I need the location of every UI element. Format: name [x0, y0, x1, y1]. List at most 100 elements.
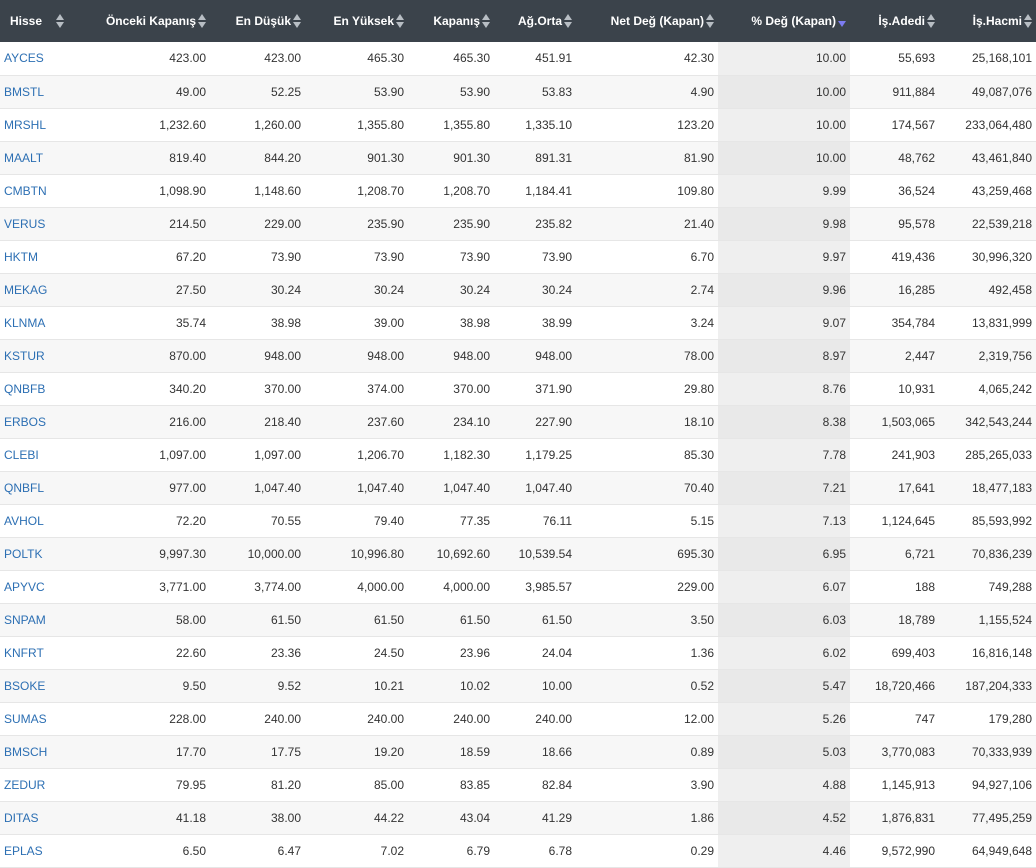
- column-header-hisse[interactable]: Hisse: [0, 0, 74, 42]
- cell-is-adedi: 1,503,065: [881, 414, 935, 429]
- cell-hisse: KSTUR: [0, 339, 74, 372]
- sort-icon[interactable]: [1024, 14, 1032, 29]
- cell-en-dusuk: 3,774.00: [254, 579, 301, 594]
- stock-link[interactable]: BMSTL: [4, 85, 44, 99]
- cell-hisse: ZEDUR: [0, 768, 74, 801]
- cell-hisse: BSOKE: [0, 669, 74, 702]
- stock-link[interactable]: APYVC: [4, 580, 45, 594]
- cell-kapanis: 30.24: [459, 282, 490, 297]
- cell-net-deg: 4.90: [690, 84, 714, 99]
- table-row: ERBOS 216.00 218.40 237.60 234.10 227.90 18.10…: [0, 405, 1036, 438]
- stock-link[interactable]: MRSHL: [4, 118, 46, 132]
- cell-en-dusuk: 1,097.00: [254, 447, 301, 462]
- stock-link[interactable]: CMBTN: [4, 184, 47, 198]
- stock-link[interactable]: MEKAG: [4, 283, 47, 297]
- cell-kapanis: 61.50: [459, 612, 490, 627]
- cell-onceki-kapanis: 870.00: [169, 348, 206, 363]
- cell-is-hacmi: 1,155,524: [978, 612, 1032, 627]
- cell-ag-orta: 82.84: [541, 777, 572, 792]
- cell-onceki-kapanis: 49.00: [175, 84, 206, 99]
- column-header-en-dusuk[interactable]: En Düşük: [210, 0, 305, 42]
- sort-icon[interactable]: [706, 14, 714, 29]
- cell-ag-orta: 41.29: [541, 810, 572, 825]
- sort-icon[interactable]: [482, 14, 490, 29]
- column-header-is-hacmi[interactable]: İş.Hacmi: [939, 0, 1036, 42]
- stock-link[interactable]: BSOKE: [4, 679, 45, 693]
- stock-link[interactable]: KSTUR: [4, 349, 45, 363]
- stock-link[interactable]: KLNMA: [4, 316, 45, 330]
- cell-en-dusuk: 423.00: [264, 51, 301, 66]
- stock-link[interactable]: BMSCH: [4, 745, 47, 759]
- sort-icon[interactable]: [564, 14, 572, 29]
- cell-kapanis: 6.79: [466, 843, 490, 858]
- stock-link[interactable]: MAALT: [4, 151, 43, 165]
- cell-is-adedi: 10,931: [898, 381, 935, 396]
- column-header-kapanis[interactable]: Kapanış: [408, 0, 494, 42]
- cell-ag-orta: 30.24: [541, 282, 572, 297]
- column-header-is-adedi[interactable]: İş.Adedi: [850, 0, 939, 42]
- cell-is-adedi: 48,762: [898, 150, 935, 165]
- column-header-label: Önceki Kapanış: [105, 13, 196, 28]
- cell-en-yuksek: 1,208.70: [357, 183, 404, 198]
- cell-hisse: SNPAM: [0, 603, 74, 636]
- cell-kapanis: 370.00: [453, 381, 490, 396]
- stock-link[interactable]: CLEBI: [4, 448, 39, 462]
- table-row: BSOKE 9.50 9.52 10.21 10.02 10.00 0.52 5.47 18,7…: [0, 669, 1036, 702]
- cell-is-adedi: 1,124,645: [881, 513, 935, 528]
- cell-yuzde-deg: 10.00: [718, 42, 850, 75]
- stock-link[interactable]: AVHOL: [4, 514, 44, 528]
- sort-icon[interactable]: [198, 14, 206, 29]
- cell-hisse: AYCES: [0, 42, 74, 75]
- cell-en-dusuk: 38.98: [270, 315, 301, 330]
- cell-onceki-kapanis: 27.50: [175, 282, 206, 297]
- stock-link[interactable]: HKTM: [4, 250, 38, 264]
- cell-net-deg: 109.80: [677, 183, 714, 198]
- column-header-label: İş.Hacmi: [972, 13, 1022, 28]
- sort-icon[interactable]: [927, 14, 935, 29]
- column-header-en-yuksek[interactable]: En Yüksek: [305, 0, 408, 42]
- sort-icon[interactable]: [396, 14, 404, 29]
- cell-en-yuksek: 19.20: [373, 744, 404, 759]
- column-header-yuzde-deg[interactable]: % Değ (Kapan): [718, 0, 850, 42]
- stock-link[interactable]: ZEDUR: [4, 778, 45, 792]
- cell-hisse: VERUS: [0, 207, 74, 240]
- cell-is-hacmi: 70,333,939: [971, 744, 1032, 759]
- stock-link[interactable]: AYCES: [4, 51, 44, 65]
- sort-icon[interactable]: [293, 14, 301, 29]
- column-header-ag-orta[interactable]: Ağ.Orta: [494, 0, 576, 42]
- column-header-onceki-kapanis[interactable]: Önceki Kapanış: [74, 0, 210, 42]
- stock-link[interactable]: DITAS: [4, 811, 38, 825]
- column-header-net-deg[interactable]: Net Değ (Kapan): [576, 0, 718, 42]
- cell-onceki-kapanis: 9.50: [182, 678, 206, 693]
- stock-link[interactable]: QNBFB: [4, 382, 45, 396]
- cell-net-deg: 12.00: [683, 711, 714, 726]
- cell-is-adedi: 911,884: [892, 84, 936, 99]
- stock-link[interactable]: SUMAS: [4, 712, 47, 726]
- cell-kapanis: 234.10: [453, 414, 490, 429]
- cell-onceki-kapanis: 228.00: [169, 711, 206, 726]
- cell-is-adedi: 16,285: [898, 282, 935, 297]
- cell-onceki-kapanis: 214.50: [169, 216, 206, 231]
- cell-yuzde-deg: 6.03: [718, 603, 850, 636]
- sort-desc-icon[interactable]: [838, 14, 846, 28]
- stock-link[interactable]: ERBOS: [4, 415, 46, 429]
- cell-en-yuksek: 374.00: [367, 381, 404, 396]
- stock-link[interactable]: POLTK: [4, 547, 42, 561]
- sort-icon[interactable]: [56, 14, 65, 29]
- cell-hisse: MEKAG: [0, 273, 74, 306]
- stock-link[interactable]: QNBFL: [4, 481, 44, 495]
- cell-onceki-kapanis: 340.20: [169, 381, 206, 396]
- cell-onceki-kapanis: 1,097.00: [159, 447, 206, 462]
- cell-ag-orta: 227.90: [535, 414, 572, 429]
- table-row: CLEBI 1,097.00 1,097.00 1,206.70 1,182.30 1,1…: [0, 438, 1036, 471]
- stock-link[interactable]: KNFRT: [4, 646, 44, 660]
- cell-ag-orta: 10.00: [541, 678, 572, 693]
- cell-is-adedi: 18,720,466: [874, 678, 935, 693]
- stock-link[interactable]: EPLAS: [4, 844, 43, 858]
- cell-is-adedi: 354,784: [891, 315, 935, 330]
- cell-hisse: HKTM: [0, 240, 74, 273]
- stock-link[interactable]: VERUS: [4, 217, 45, 231]
- cell-hisse: KNFRT: [0, 636, 74, 669]
- cell-net-deg: 21.40: [683, 216, 714, 231]
- stock-link[interactable]: SNPAM: [4, 613, 46, 627]
